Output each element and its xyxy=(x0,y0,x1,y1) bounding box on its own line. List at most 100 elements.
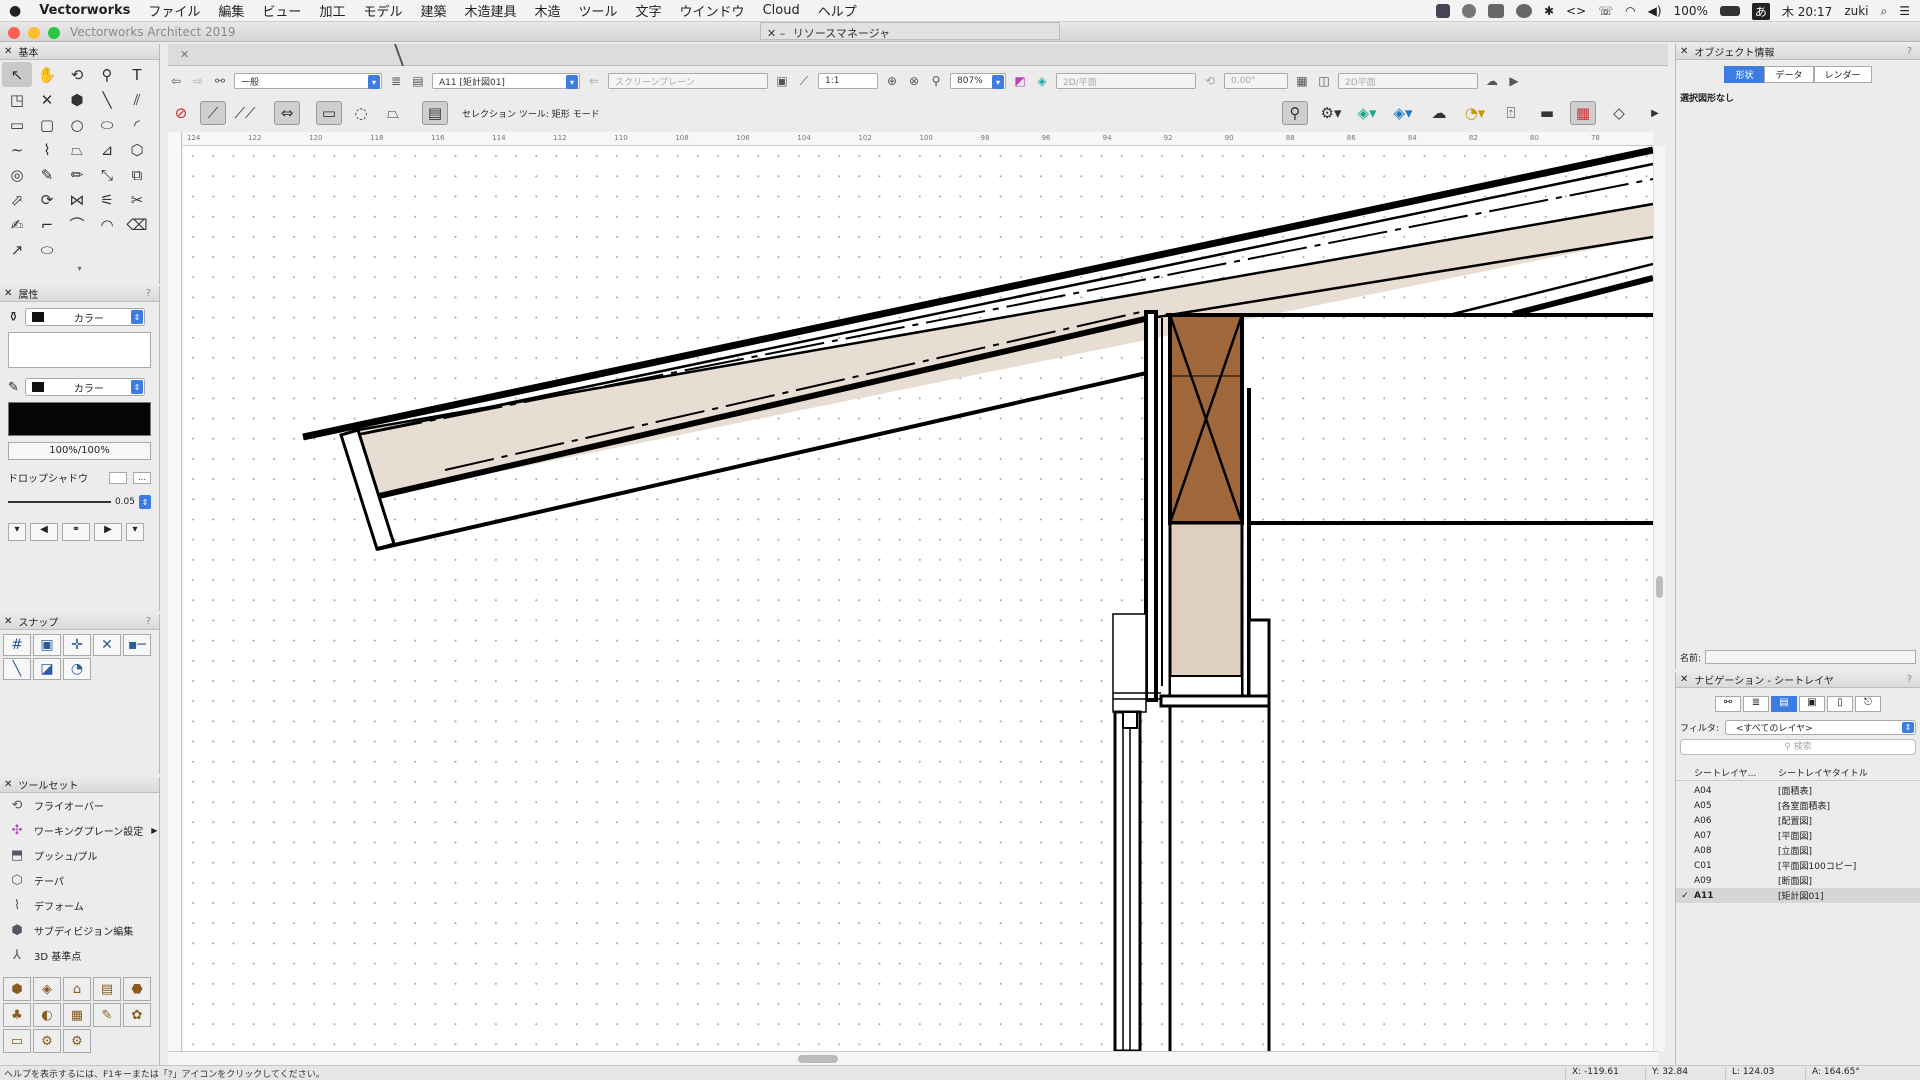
toolset-objects-icon[interactable]: ⬣ xyxy=(123,977,151,1001)
snapping-settings-icon[interactable]: ⚙▾ xyxy=(1318,101,1344,125)
phone-icon[interactable]: ☏ xyxy=(1598,4,1613,18)
rectangle-marquee-icon[interactable]: ▭ xyxy=(316,101,342,125)
chamfer-tool-icon[interactable]: ◠ xyxy=(92,212,122,237)
arc-tool-icon[interactable]: ◜ xyxy=(122,112,152,137)
table-row[interactable]: A05 [各室面積表] xyxy=(1676,798,1920,813)
selection-preferences-icon[interactable]: ▤ xyxy=(422,101,448,125)
dimension-tool-icon[interactable]: ↗ xyxy=(2,237,32,262)
rotate-plan-icon[interactable]: ⟲ xyxy=(1202,73,1218,89)
menu-cloud[interactable]: Cloud xyxy=(754,3,809,18)
toolset-deform[interactable]: ⌇ デフォーム xyxy=(0,893,159,918)
toolset-3d-locus[interactable]: ⅄ 3D 基準点 xyxy=(0,943,159,968)
input-method-icon[interactable]: あ xyxy=(1751,2,1770,20)
line-weight-preview[interactable] xyxy=(8,501,111,503)
clip-tool-icon[interactable]: ✍ xyxy=(2,212,32,237)
close-icon[interactable]: ✕ – xyxy=(767,27,785,40)
code-icon[interactable]: <> xyxy=(1566,4,1586,18)
mode-single-object-icon[interactable]: ⟋ xyxy=(200,101,226,125)
user-name[interactable]: zuki xyxy=(1844,4,1868,18)
toolset-visualization-icon[interactable]: ✿ xyxy=(123,1003,151,1027)
dropbox-icon[interactable] xyxy=(1435,4,1450,18)
line-tool-icon[interactable]: ╲ xyxy=(92,87,122,112)
double-line-tool-icon[interactable]: ⫽ xyxy=(122,87,152,112)
close-icon[interactable]: ✕ xyxy=(4,779,12,790)
vertical-scrollbar[interactable] xyxy=(1653,146,1665,1051)
close-icon[interactable]: ✕ xyxy=(4,616,12,627)
toolset-subdivision[interactable]: ⬢ サブディビジョン編集 xyxy=(0,918,159,943)
table-row[interactable]: A09 [断面図] xyxy=(1676,873,1920,888)
toolset-push-pull[interactable]: ⬒ プッシュ/プル xyxy=(0,843,159,868)
toolset-furniture-icon[interactable]: ▤ xyxy=(93,977,121,1001)
double-line-polygon-icon[interactable]: ⊿ xyxy=(92,137,122,162)
tab-render[interactable]: レンダー xyxy=(1813,66,1872,83)
render-mode-select[interactable]: 2D平面 xyxy=(1338,73,1478,89)
lasso-marquee-icon[interactable]: ◌ xyxy=(348,101,374,125)
polygon-marquee-icon[interactable]: ⏢ xyxy=(380,101,406,125)
drawing-area-icon[interactable]: ▦ xyxy=(1570,101,1596,125)
toolset-gear-icon[interactable]: ⚙ xyxy=(63,1029,91,1053)
snap-angle-icon[interactable]: ✛ xyxy=(63,634,91,656)
toolset-site-icon[interactable]: ◈ xyxy=(33,977,61,1001)
marker-end-select[interactable]: ▾ xyxy=(126,523,144,541)
zoom-tool-icon[interactable]: ⚲ xyxy=(92,62,122,87)
toolset-dims-icon[interactable]: ✎ xyxy=(93,1003,121,1027)
snap-grid-icon[interactable]: # xyxy=(3,634,31,656)
battery-icon[interactable] xyxy=(1719,6,1740,16)
projection-icon[interactable]: ▦ xyxy=(1294,73,1310,89)
table-row[interactable]: C01 [平面図100コピー] xyxy=(1676,858,1920,873)
volume-icon[interactable]: ◀) xyxy=(1648,4,1662,18)
pen-preview[interactable] xyxy=(8,402,151,436)
creative-cloud-icon[interactable] xyxy=(1461,4,1476,18)
display-icon[interactable] xyxy=(1487,4,1504,18)
move-by-points-icon[interactable]: ⬀ xyxy=(2,187,32,212)
help-icon[interactable]: ? xyxy=(146,288,151,299)
apple-menu-icon[interactable]: ● xyxy=(0,3,30,19)
battery-text[interactable]: 100% xyxy=(1674,4,1708,18)
zoom-window-icon[interactable] xyxy=(48,27,60,39)
toolset-taper[interactable]: ⬡ テーパ xyxy=(0,868,159,893)
nav-saved-views-icon[interactable]: ▯ xyxy=(1827,696,1853,712)
pen-style-select[interactable]: カラー ⇕ xyxy=(24,378,145,396)
current-view-select[interactable]: 2D/平面 xyxy=(1056,73,1196,89)
scroll-thumb[interactable] xyxy=(798,1055,838,1063)
help-icon[interactable]: ? xyxy=(146,616,151,627)
toolset-3d-modeling-icon[interactable]: ⬢ xyxy=(3,977,31,1001)
spiral-tool-icon[interactable]: ◎ xyxy=(2,162,32,187)
plane-icon[interactable]: ⇐ xyxy=(586,73,602,89)
view-bar-more-icon[interactable]: ▶ xyxy=(1506,73,1522,89)
circle-tool-icon[interactable]: ○ xyxy=(62,112,92,137)
mirror-tool-icon[interactable]: ⋈ xyxy=(62,187,92,212)
visibility-tool-icon[interactable]: ✏ xyxy=(62,162,92,187)
toolset-detailing-icon[interactable]: ▭ xyxy=(3,1029,31,1053)
fill-preview[interactable] xyxy=(8,332,151,368)
mode-transform-icon[interactable]: ⇔ xyxy=(274,101,300,125)
layer-options-icon[interactable]: ☁ xyxy=(1426,101,1452,125)
freehand-tool-icon[interactable]: ∼ xyxy=(2,137,32,162)
object-visibility-icon[interactable]: ◈▾ xyxy=(1354,101,1380,125)
drop-shadow-toggle[interactable] xyxy=(109,471,127,484)
close-window-icon[interactable] xyxy=(8,27,20,39)
filter-select[interactable]: <すべてのレイヤ> ⇕ xyxy=(1724,720,1916,735)
menu-edit[interactable]: 編集 xyxy=(209,1,253,20)
offset-tool-icon[interactable]: ⧉ xyxy=(122,162,152,187)
attribute-mapping-icon[interactable]: ⬢ xyxy=(62,87,92,112)
standard-views-icon[interactable]: ◈ xyxy=(1034,73,1050,89)
pan-tool-icon[interactable]: ✋ xyxy=(32,62,62,87)
locus-tool-icon[interactable]: ✕ xyxy=(32,87,62,112)
nav-references-icon[interactable]: ⎋ xyxy=(1855,696,1881,712)
toolset-machine-icon[interactable]: ⚙ xyxy=(33,1029,61,1053)
active-class-select[interactable]: 一般 ▾ xyxy=(234,73,382,89)
forward-arrow-icon[interactable]: ⇨ xyxy=(190,73,206,89)
close-icon[interactable]: ✕ xyxy=(1680,46,1688,57)
table-row[interactable]: A04 [面積表] xyxy=(1676,783,1920,798)
help-icon[interactable]: ? xyxy=(1907,46,1912,57)
nav-classes-icon[interactable]: ⚯ xyxy=(1715,696,1741,712)
toolset-flyover[interactable]: ⟲ フライオーバー xyxy=(0,793,159,818)
layer-scale-field[interactable]: 1:1 xyxy=(818,73,878,89)
close-icon[interactable]: ✕ xyxy=(1680,674,1688,685)
sheet-icon[interactable]: ▣ xyxy=(774,73,790,89)
mode-multiple-objects-icon[interactable]: ⟋⟋ xyxy=(232,101,258,125)
polygon-tool-icon[interactable]: ⏢ xyxy=(62,137,92,162)
horizontal-scrollbar[interactable] xyxy=(168,1051,1658,1065)
toolset-lighting-icon[interactable]: ◐ xyxy=(33,1003,61,1027)
